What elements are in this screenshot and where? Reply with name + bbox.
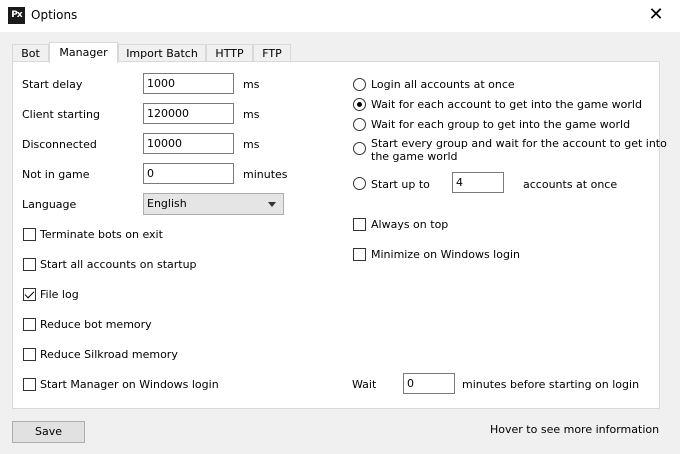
wait-suffix: minutes before starting on login <box>462 378 640 391</box>
wait-minutes-field[interactable]: 0 <box>403 373 455 394</box>
reduce-bot-memory-checkbox[interactable] <box>23 318 36 331</box>
app-logo-icon: Px <box>8 7 25 24</box>
terminate-bots-checkbox[interactable] <box>23 228 36 241</box>
always-on-top-checkbox[interactable] <box>353 218 366 231</box>
wait-label: Wait <box>352 378 377 391</box>
start-delay-field[interactable]: 1000 <box>143 73 234 94</box>
wait-each-group-radio[interactable] <box>353 118 366 131</box>
language-select[interactable]: English <box>143 193 284 215</box>
start-all-accounts-label: Start all accounts on startup <box>40 258 197 271</box>
start-all-accounts-checkbox[interactable] <box>23 258 36 271</box>
wait-each-account-radio[interactable] <box>353 98 366 111</box>
client-starting-field[interactable]: 120000 <box>143 103 234 124</box>
tab-manager[interactable]: Manager <box>49 42 118 63</box>
start-every-group-radio[interactable] <box>353 142 366 155</box>
start-up-to-suffix: accounts at once <box>523 178 618 191</box>
start-up-to-radio[interactable] <box>353 177 366 190</box>
start-every-group-label-line2: the game world <box>371 150 458 163</box>
reduce-silkroad-memory-checkbox[interactable] <box>23 348 36 361</box>
tab-ftp[interactable]: FTP <box>253 44 291 62</box>
terminate-bots-label: Terminate bots on exit <box>40 228 163 241</box>
disconnected-field[interactable]: 10000 <box>143 133 234 154</box>
start-up-to-label: Start up to <box>371 178 430 191</box>
language-value: English <box>147 197 187 210</box>
reduce-silkroad-memory-label: Reduce Silkroad memory <box>40 348 178 361</box>
tab-bot[interactable]: Bot <box>12 44 49 62</box>
start-up-to-field[interactable]: 4 <box>452 172 504 193</box>
start-every-group-label: Start every group and wait for the accou… <box>371 137 667 150</box>
wait-each-group-label: Wait for each group to get into the game… <box>371 118 631 131</box>
disconnected-label: Disconnected <box>22 138 97 151</box>
file-log-label: File log <box>40 288 79 301</box>
start-manager-login-checkbox[interactable] <box>23 378 36 391</box>
start-manager-login-label: Start Manager on Windows login <box>40 378 219 391</box>
minimize-login-label: Minimize on Windows login <box>371 248 520 261</box>
not-in-game-field[interactable]: 0 <box>143 163 234 184</box>
client-starting-unit: ms <box>243 108 260 121</box>
chevron-down-icon <box>268 202 276 207</box>
file-log-checkbox[interactable] <box>23 288 36 301</box>
window-title: Options <box>31 8 78 22</box>
close-icon[interactable]: ✕ <box>645 4 667 26</box>
hover-hint: Hover to see more information <box>490 423 660 436</box>
minimize-login-checkbox[interactable] <box>353 248 366 261</box>
disconnected-unit: ms <box>243 138 260 151</box>
not-in-game-label: Not in game <box>22 168 90 181</box>
reduce-bot-memory-label: Reduce bot memory <box>40 318 152 331</box>
not-in-game-unit: minutes <box>243 168 288 181</box>
start-delay-label: Start delay <box>22 78 83 91</box>
login-all-label: Login all accounts at once <box>371 78 515 91</box>
title-bar: Px Options ✕ <box>0 0 680 32</box>
always-on-top-label: Always on top <box>371 218 449 231</box>
tab-import-batch[interactable]: Import Batch <box>118 44 206 62</box>
start-delay-unit: ms <box>243 78 260 91</box>
tab-http[interactable]: HTTP <box>206 44 253 62</box>
language-label: Language <box>22 198 77 211</box>
login-all-radio[interactable] <box>353 78 366 91</box>
client-starting-label: Client starting <box>22 108 100 121</box>
wait-each-account-label: Wait for each account to get into the ga… <box>371 98 642 111</box>
save-button[interactable]: Save <box>12 421 85 443</box>
radio-selected-icon <box>357 102 362 107</box>
checkmark-icon <box>24 288 35 299</box>
